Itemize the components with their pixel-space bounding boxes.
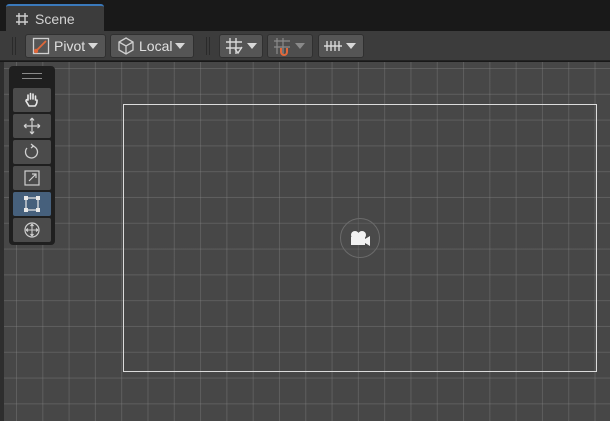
grid-snap-dropdown[interactable]: [219, 34, 263, 58]
hand-icon: [25, 92, 38, 107]
chevron-down-icon: [247, 43, 257, 49]
toolbar-grip[interactable]: [12, 37, 16, 55]
transform-icon: [24, 222, 40, 238]
camera-icon: [351, 231, 370, 246]
rotate-icon: [24, 143, 39, 159]
tab-label: Scene: [35, 10, 75, 27]
snap-dropdown[interactable]: [267, 34, 313, 58]
scale-icon: [24, 170, 40, 186]
rotate-tool-button[interactable]: [13, 140, 51, 164]
magnet-snap-icon: [274, 38, 290, 56]
move-icon: [23, 117, 41, 135]
scale-tool-button[interactable]: [13, 166, 51, 190]
move-tool-button[interactable]: [13, 114, 51, 138]
pivot-icon: [32, 37, 50, 55]
hand-tool-button[interactable]: [13, 88, 51, 112]
scene-toolbar: Pivot Local: [0, 31, 610, 61]
pivot-label: Pivot: [54, 38, 86, 54]
tab-bar: Scene: [0, 0, 610, 31]
grid-icon: [16, 12, 28, 25]
local-dropdown[interactable]: Local: [110, 34, 194, 58]
chevron-down-icon: [295, 43, 305, 49]
increment-snap-dropdown[interactable]: [318, 34, 364, 58]
chevron-down-icon: [88, 43, 99, 49]
local-label: Local: [139, 38, 173, 54]
tools-overlay[interactable]: [9, 66, 55, 245]
grid-snap-icon: [226, 38, 243, 55]
rect-transform-icon: [24, 196, 40, 212]
rect-tool-button[interactable]: [13, 192, 51, 216]
local-cube-icon: [118, 37, 134, 55]
tab-scene[interactable]: Scene: [6, 4, 104, 31]
overlay-drag-handle[interactable]: [22, 73, 42, 79]
increment-snap-icon: [324, 41, 342, 51]
toolbar-grip[interactable]: [206, 37, 210, 55]
camera-gizmo[interactable]: [340, 218, 380, 258]
scene-viewport[interactable]: [0, 62, 610, 421]
transform-tool-button[interactable]: [13, 218, 51, 242]
chevron-down-icon: [346, 43, 356, 49]
pivot-dropdown[interactable]: Pivot: [25, 34, 106, 58]
viewport-left-edge: [0, 62, 4, 421]
chevron-down-icon: [175, 43, 186, 49]
